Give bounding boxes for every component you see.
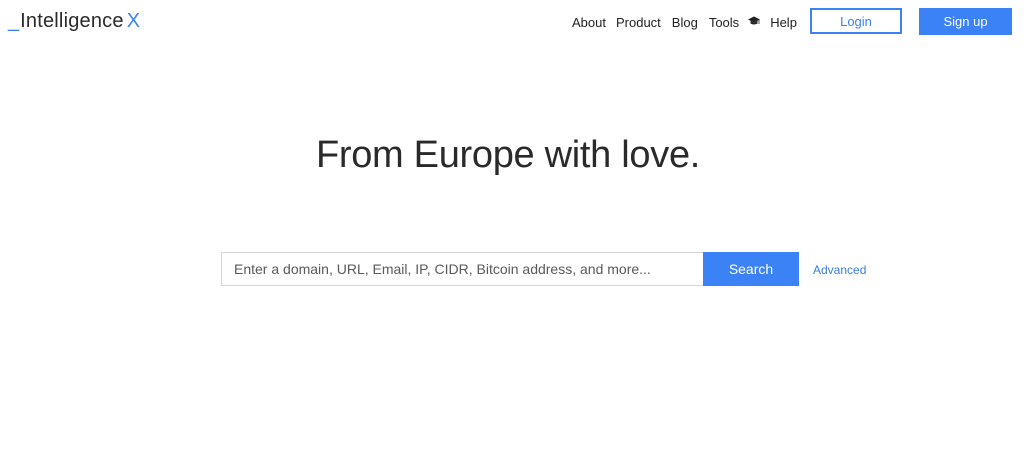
header: _ Intelligence X About Product Blog Tool… — [0, 0, 1024, 44]
nav-help[interactable]: Help — [770, 15, 797, 30]
nav-blog[interactable]: Blog — [672, 15, 698, 30]
logo-x: X — [126, 10, 141, 32]
logo-underscore: _ — [8, 10, 20, 32]
top-nav: About Product Blog Tools Help — [572, 0, 797, 44]
nav-about[interactable]: About — [572, 15, 606, 30]
hero-title: From Europe with love. — [315, 134, 701, 176]
page: _ Intelligence X About Product Blog Tool… — [0, 0, 1024, 459]
nav-product[interactable]: Product — [616, 15, 661, 30]
signup-button[interactable]: Sign up — [919, 8, 1012, 35]
logo[interactable]: _ Intelligence X — [8, 10, 140, 34]
search-button[interactable]: Search — [703, 252, 799, 286]
login-button[interactable]: Login — [810, 8, 902, 34]
advanced-search-link[interactable]: Advanced — [813, 263, 866, 277]
logo-word: Intelligence — [20, 10, 124, 32]
search-input[interactable] — [221, 252, 703, 286]
nav-tools[interactable]: Tools — [709, 15, 739, 30]
graduation-cap-icon[interactable] — [748, 15, 761, 27]
